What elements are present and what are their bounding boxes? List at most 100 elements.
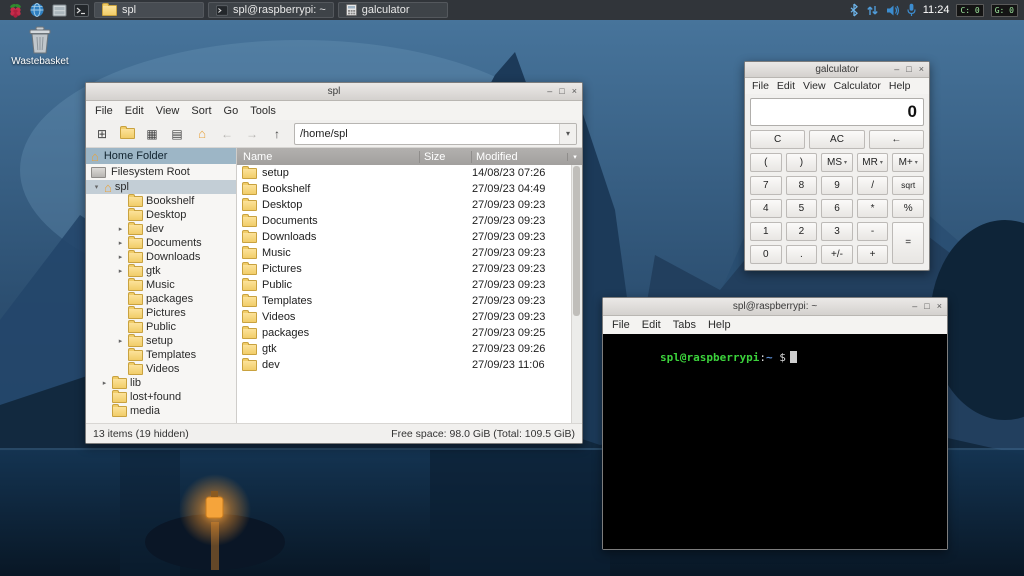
- raspberry-menu-button[interactable]: [6, 2, 24, 18]
- maximize-button[interactable]: □: [906, 65, 911, 74]
- tree-item-setup[interactable]: ▸ setup: [86, 333, 236, 348]
- path-dropdown-button[interactable]: ▾: [559, 123, 576, 144]
- close-button[interactable]: ×: [937, 302, 942, 311]
- digit-8-button[interactable]: 8: [785, 176, 818, 195]
- path-bar[interactable]: /home/spl ▾: [294, 122, 577, 145]
- expander-closed-icon[interactable]: ▸: [116, 239, 125, 247]
- close-button[interactable]: ×: [919, 65, 924, 74]
- microphone-icon[interactable]: [907, 3, 916, 17]
- file-row[interactable]: Public 27/09/23 09:23: [237, 277, 582, 293]
- network-arrows-icon[interactable]: [866, 4, 879, 17]
- menu-tools[interactable]: Tools: [244, 105, 282, 117]
- digit-2-button[interactable]: 2: [785, 222, 818, 241]
- tree-item-lib[interactable]: ▸ lib: [86, 375, 236, 390]
- digit-9-button[interactable]: 9: [821, 176, 853, 195]
- memory-plus-button[interactable]: M+ ▾: [892, 153, 924, 172]
- file-row[interactable]: packages 27/09/23 09:25: [237, 325, 582, 341]
- file-row[interactable]: Documents 27/09/23 09:23: [237, 213, 582, 229]
- tree-item-lost-found[interactable]: lost+found: [86, 389, 236, 404]
- digit-4-button[interactable]: 4: [750, 199, 782, 218]
- menu-view[interactable]: View: [150, 105, 186, 117]
- multiply-button[interactable]: *: [856, 199, 889, 218]
- open-paren-button[interactable]: (: [750, 153, 782, 172]
- sqrt-button[interactable]: sqrt: [892, 176, 924, 195]
- add-button[interactable]: +: [856, 245, 889, 264]
- terminal-launcher[interactable]: [72, 2, 90, 18]
- icon-view-button[interactable]: ▦: [141, 123, 163, 145]
- digit-0-button[interactable]: 0: [750, 245, 782, 264]
- tree-item-packages[interactable]: packages: [86, 291, 236, 306]
- menu-edit[interactable]: Edit: [119, 105, 150, 117]
- column-size[interactable]: Size: [419, 150, 471, 163]
- menu-help[interactable]: Help: [702, 319, 737, 331]
- file-row[interactable]: Pictures 27/09/23 09:23: [237, 261, 582, 277]
- file-row[interactable]: Videos 27/09/23 09:23: [237, 309, 582, 325]
- menu-sort[interactable]: Sort: [185, 105, 217, 117]
- expander-closed-icon[interactable]: ▸: [116, 253, 125, 261]
- tree-item-music[interactable]: Music: [86, 277, 236, 292]
- minimize-button[interactable]: –: [912, 302, 917, 311]
- decimal-button[interactable]: .: [785, 245, 818, 264]
- tree-item-bookshelf[interactable]: Bookshelf: [86, 193, 236, 208]
- expander-closed-icon[interactable]: ▸: [116, 267, 125, 275]
- file-row[interactable]: setup 14/08/23 07:26: [237, 165, 582, 181]
- minimize-button[interactable]: –: [547, 87, 552, 96]
- file-row[interactable]: Templates 27/09/23 09:23: [237, 293, 582, 309]
- file-row[interactable]: dev 27/09/23 11:06: [237, 357, 582, 373]
- back-button[interactable]: ←: [216, 123, 238, 145]
- tree-item-spl[interactable]: ▾ ⌂ spl: [86, 180, 236, 194]
- backspace-button[interactable]: ←: [868, 130, 924, 149]
- vertical-scrollbar[interactable]: [571, 165, 582, 423]
- digit-6-button[interactable]: 6: [821, 199, 853, 218]
- file-manager-launcher[interactable]: [50, 2, 68, 18]
- close-button[interactable]: ×: [572, 87, 577, 96]
- sign-button[interactable]: +/-: [821, 245, 853, 264]
- memory-store-button[interactable]: MS ▾: [821, 153, 853, 172]
- percent-button[interactable]: %: [892, 199, 924, 218]
- menu-help[interactable]: Help: [885, 80, 915, 92]
- maximize-button[interactable]: □: [924, 302, 929, 311]
- tree-item-videos[interactable]: Videos: [86, 361, 236, 376]
- menu-calculator[interactable]: Calculator: [830, 80, 885, 92]
- memory-recall-button[interactable]: MR ▾: [856, 153, 889, 172]
- divide-button[interactable]: /: [856, 176, 889, 195]
- digit-5-button[interactable]: 5: [785, 199, 818, 218]
- file-row[interactable]: Desktop 27/09/23 09:23: [237, 197, 582, 213]
- tree-item-downloads[interactable]: ▸ Downloads: [86, 249, 236, 264]
- digit-1-button[interactable]: 1: [750, 222, 782, 241]
- menu-file[interactable]: File: [606, 319, 636, 331]
- terminal-titlebar[interactable]: spl@raspberrypi: ~ – □ ×: [603, 298, 947, 316]
- scrollbar-thumb[interactable]: [573, 166, 580, 316]
- forward-button[interactable]: →: [241, 123, 263, 145]
- digit-3-button[interactable]: 3: [821, 222, 853, 241]
- expander-closed-icon[interactable]: ▸: [116, 337, 125, 345]
- expander-open-icon[interactable]: ▾: [92, 183, 101, 191]
- new-tab-button[interactable]: [116, 123, 138, 145]
- wastebasket-desktop-icon[interactable]: Wastebasket: [8, 26, 72, 67]
- tree-item-public[interactable]: Public: [86, 319, 236, 334]
- tree-item-dev[interactable]: ▸ dev: [86, 221, 236, 236]
- tree-item-desktop[interactable]: Desktop: [86, 207, 236, 222]
- path-input[interactable]: /home/spl: [295, 128, 559, 140]
- task-button-calculator[interactable]: galculator: [337, 2, 448, 18]
- close-paren-button[interactable]: ): [785, 153, 818, 172]
- menu-edit[interactable]: Edit: [773, 80, 799, 92]
- column-options-button[interactable]: ▾: [567, 152, 582, 161]
- new-window-button[interactable]: ⊞: [91, 123, 113, 145]
- expander-closed-icon[interactable]: ▸: [100, 379, 109, 387]
- place-filesystem-root[interactable]: Filesystem Root: [86, 164, 236, 180]
- terminal-screen[interactable]: spl@raspberrypi:~ $: [603, 334, 947, 549]
- menu-file[interactable]: File: [89, 105, 119, 117]
- column-name[interactable]: Name: [237, 151, 419, 163]
- tree-item-media[interactable]: media: [86, 403, 236, 418]
- tree-item-templates[interactable]: Templates: [86, 347, 236, 362]
- file-row[interactable]: gtk 27/09/23 09:26: [237, 341, 582, 357]
- digit-7-button[interactable]: 7: [750, 176, 782, 195]
- file-row[interactable]: Bookshelf 27/09/23 04:49: [237, 181, 582, 197]
- menu-go[interactable]: Go: [218, 105, 245, 117]
- file-row[interactable]: Music 27/09/23 09:23: [237, 245, 582, 261]
- subtract-button[interactable]: -: [856, 222, 889, 241]
- menu-edit[interactable]: Edit: [636, 319, 667, 331]
- tree-item-documents[interactable]: ▸ Documents: [86, 235, 236, 250]
- menu-file[interactable]: File: [748, 80, 773, 92]
